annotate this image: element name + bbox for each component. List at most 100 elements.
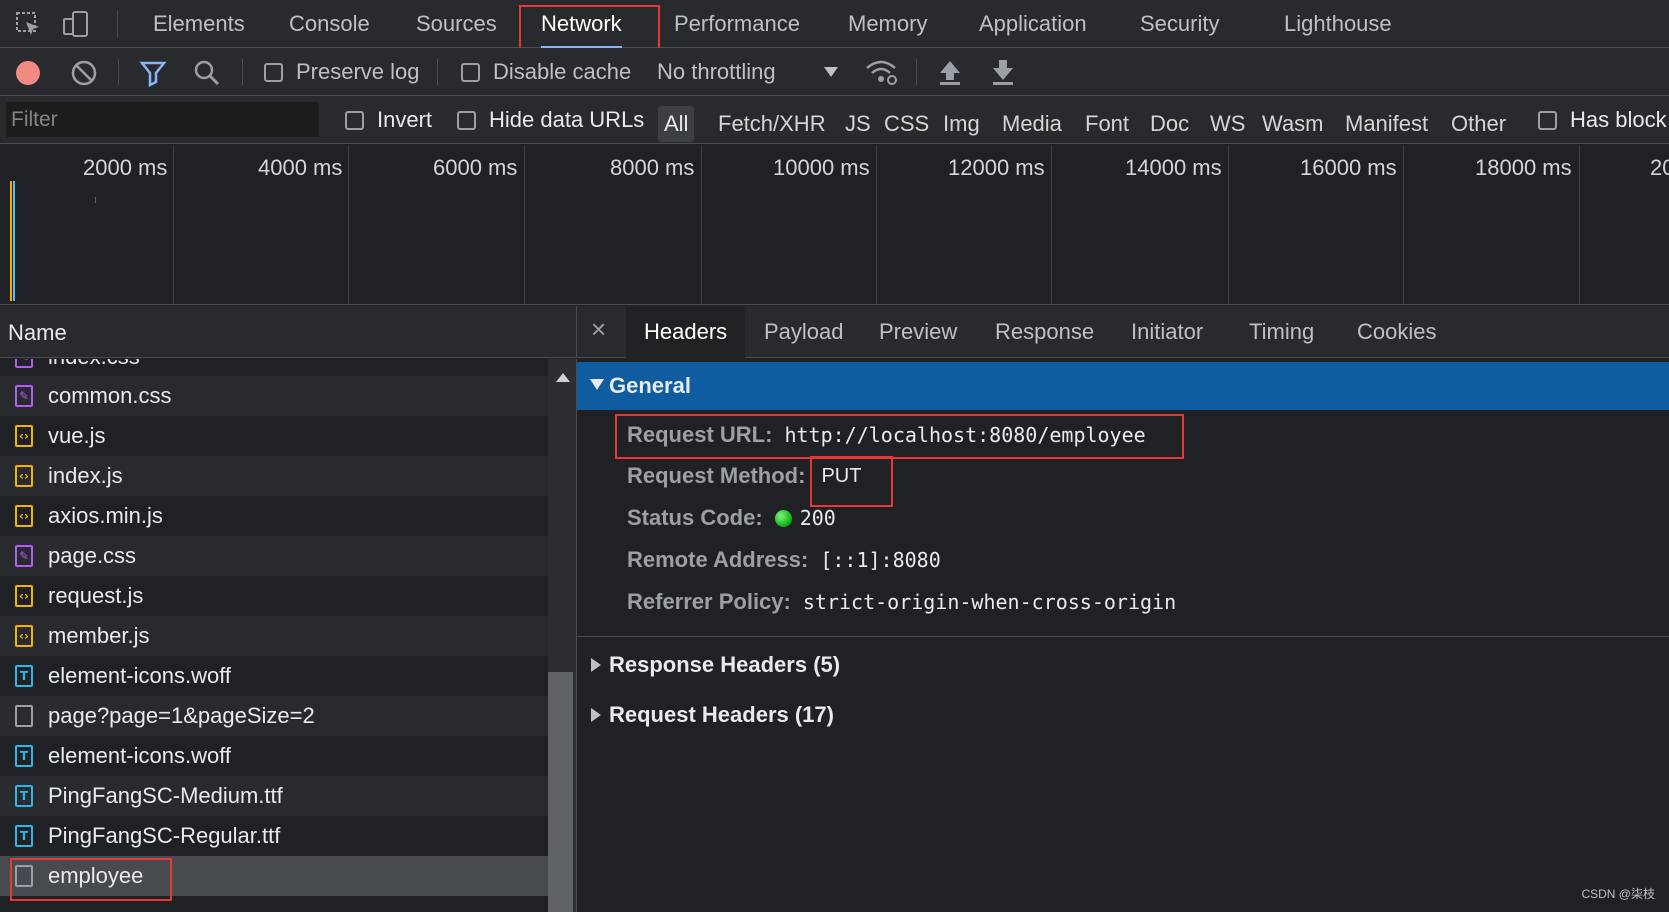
request-method-row: Request Method: PUT [627, 461, 861, 491]
request-row[interactable]: T element-icons.woff [0, 656, 548, 696]
request-list-scrollbar[interactable] [548, 359, 577, 912]
request-row[interactable]: page?page=1&pageSize=2 [0, 696, 548, 736]
scroll-up-arrow-icon[interactable] [556, 373, 570, 382]
chevron-down-icon[interactable] [823, 66, 839, 78]
remote-address-value[interactable]: [::1]:8080 [820, 548, 940, 572]
tab-initiator[interactable]: Initiator [1131, 306, 1203, 358]
request-row[interactable]: T PingFangSC-Regular.ttf [0, 816, 548, 856]
name-column-header[interactable]: Name [0, 306, 577, 358]
request-row[interactable]: ‹› member.js [0, 616, 548, 656]
throttling-select[interactable]: No throttling [657, 48, 776, 96]
filter-type-css[interactable]: CSS [884, 106, 929, 142]
toolbar-divider [437, 59, 438, 85]
search-icon[interactable] [193, 59, 221, 87]
request-row[interactable]: T element-icons.woff [0, 736, 548, 776]
disable-cache-label: Disable cache [493, 59, 632, 84]
request-row[interactable]: ‹› request.js [0, 576, 548, 616]
filter-type-doc[interactable]: Doc [1150, 106, 1189, 142]
request-row[interactable]: ✎ common.css [0, 376, 548, 416]
preserve-log-label: Preserve log [296, 59, 420, 84]
tab-elements[interactable]: Elements [153, 0, 245, 48]
filter-input[interactable] [6, 102, 319, 137]
device-toolbar-icon[interactable] [60, 8, 92, 40]
inspect-element-icon[interactable] [12, 8, 44, 40]
preserve-log-toggle[interactable]: Preserve log [264, 48, 420, 96]
has-blocked-checkbox[interactable] [1538, 110, 1557, 130]
request-row[interactable]: ‹› axios.min.js [0, 496, 548, 536]
import-har-icon[interactable] [937, 58, 963, 86]
request-row-selected[interactable]: employee [0, 856, 548, 896]
clear-icon[interactable] [70, 59, 98, 87]
filter-type-img[interactable]: Img [943, 106, 980, 142]
preserve-log-checkbox[interactable] [264, 62, 283, 82]
network-toolbar: Preserve log Disable cache No throttling [0, 48, 1669, 96]
network-overview-timeline[interactable]: 2000 ms 4000 ms 6000 ms 8000 ms 10000 ms… [0, 145, 1669, 305]
request-row[interactable]: ✎ page.css [0, 536, 548, 576]
request-headers-section[interactable]: Request Headers (17) [591, 700, 834, 730]
invert-label: Invert [377, 107, 433, 132]
request-method-value[interactable]: PUT [821, 465, 861, 488]
filter-type-font[interactable]: Font [1085, 106, 1129, 142]
export-har-icon[interactable] [990, 58, 1016, 86]
filter-type-manifest[interactable]: Manifest [1345, 106, 1428, 142]
tab-timing[interactable]: Timing [1249, 306, 1314, 358]
tab-application[interactable]: Application [979, 0, 1087, 48]
disable-cache-checkbox[interactable] [461, 62, 480, 82]
network-conditions-icon[interactable] [864, 57, 898, 87]
referrer-policy-label: Referrer Policy: [627, 589, 791, 614]
hide-data-urls-toggle[interactable]: Hide data URLs [457, 96, 644, 144]
watermark: CSDN @柒枝 [1581, 887, 1655, 901]
expand-triangle-icon [590, 379, 604, 390]
font-file-icon: T [15, 825, 33, 847]
tab-network[interactable]: Network [541, 0, 622, 48]
request-row[interactable]: ‹› vue.js [0, 416, 548, 456]
tab-security[interactable]: Security [1140, 0, 1219, 48]
name-column-label: Name [8, 320, 67, 345]
disable-cache-toggle[interactable]: Disable cache [461, 48, 631, 96]
referrer-policy-value[interactable]: strict-origin-when-cross-origin [803, 590, 1176, 614]
filter-type-all[interactable]: All [658, 106, 695, 142]
filter-type-fetch-xhr[interactable]: Fetch/XHR [718, 106, 826, 142]
general-section-header[interactable]: General [577, 362, 1669, 410]
request-row[interactable]: ✎ index.css [0, 359, 548, 377]
request-name: request.js [48, 583, 144, 608]
close-icon[interactable]: × [591, 314, 606, 345]
tab-cookies[interactable]: Cookies [1357, 306, 1436, 358]
filter-type-other[interactable]: Other [1451, 106, 1506, 142]
tab-performance[interactable]: Performance [674, 0, 800, 48]
status-code-label: Status Code: [627, 505, 763, 530]
timeline-label: 6000 ms [433, 155, 518, 180]
filter-type-js[interactable]: JS [845, 106, 871, 142]
request-row[interactable]: ‹› index.js [0, 456, 548, 496]
script-file-icon: ‹› [15, 625, 33, 647]
tab-payload[interactable]: Payload [764, 306, 844, 358]
request-name: element-icons.woff [48, 663, 232, 688]
request-url-label: Request URL: [627, 422, 773, 447]
filter-icon[interactable] [139, 59, 167, 87]
hide-data-urls-checkbox[interactable] [457, 110, 476, 130]
tab-memory[interactable]: Memory [848, 0, 927, 48]
request-url-value[interactable]: http://localhost:8080/employee [784, 423, 1145, 447]
font-file-icon: T [15, 665, 33, 687]
filter-type-wasm[interactable]: Wasm [1262, 106, 1324, 142]
invert-checkbox[interactable] [345, 110, 364, 130]
tab-strip-divider [117, 10, 118, 38]
request-row[interactable]: T PingFangSC-Medium.ttf [0, 776, 548, 816]
status-code-value[interactable]: 200 [800, 506, 836, 530]
collapsed-triangle-icon [591, 708, 601, 722]
response-headers-section[interactable]: Response Headers (5) [591, 650, 840, 680]
has-blocked-toggle[interactable]: Has block [1538, 96, 1667, 144]
filter-type-ws[interactable]: WS [1210, 106, 1245, 142]
tab-sources[interactable]: Sources [416, 0, 497, 48]
tab-lighthouse[interactable]: Lighthouse [1284, 0, 1392, 48]
tab-headers[interactable]: Headers [626, 306, 746, 358]
collapsed-triangle-icon [591, 658, 601, 672]
tab-preview[interactable]: Preview [879, 306, 957, 358]
tab-console[interactable]: Console [289, 0, 370, 48]
invert-toggle[interactable]: Invert [345, 96, 432, 144]
tab-response[interactable]: Response [995, 306, 1094, 358]
filter-type-media[interactable]: Media [1002, 106, 1062, 142]
scrollbar-thumb[interactable] [548, 672, 573, 912]
timeline-request-bar [13, 181, 15, 301]
record-icon[interactable] [14, 59, 42, 87]
